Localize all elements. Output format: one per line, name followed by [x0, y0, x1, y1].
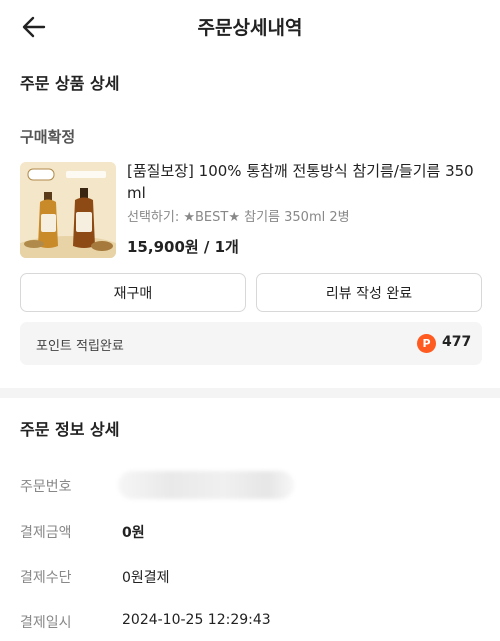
- point-icon: P: [417, 334, 436, 353]
- payment-amount-label: 결제금액: [20, 525, 72, 541]
- product-image: [20, 162, 116, 258]
- section-divider: [0, 388, 500, 398]
- order-products-title: 주문 상품 상세: [20, 74, 120, 93]
- payment-date-label: 결제일시: [20, 615, 72, 631]
- points-value: 477: [442, 334, 472, 350]
- product-name[interactable]: [품질보장] 100% 통참깨 전통방식 참기름/들기름 350ml: [127, 160, 482, 204]
- rebuy-button[interactable]: 재구매: [20, 273, 246, 312]
- review-complete-button[interactable]: 리뷰 작성 완료: [256, 273, 482, 312]
- product-price: 15,900원 / 1개: [127, 238, 239, 256]
- order-info-title: 주문 정보 상세: [20, 420, 120, 439]
- order-status-label: 구매확정: [20, 128, 76, 146]
- page-title: 주문상세내역: [197, 17, 303, 39]
- payment-method-value: 0원결제: [122, 570, 170, 586]
- points-box: 포인트 적립완료 P 477: [20, 322, 482, 365]
- product-thumbnail[interactable]: [20, 162, 116, 258]
- payment-date-value: 2024-10-25 12:29:43: [122, 612, 271, 628]
- payment-amount-value: 0원: [122, 525, 145, 541]
- order-number-label: 주문번호: [20, 479, 72, 495]
- product-option: 선택하기: ★BEST★ 참기름 350ml 2병: [127, 210, 350, 225]
- payment-method-label: 결제수단: [20, 570, 72, 586]
- order-number-value-redacted: [118, 471, 294, 499]
- header: 주문상세내역: [0, 0, 500, 52]
- points-label: 포인트 적립완료: [36, 339, 124, 354]
